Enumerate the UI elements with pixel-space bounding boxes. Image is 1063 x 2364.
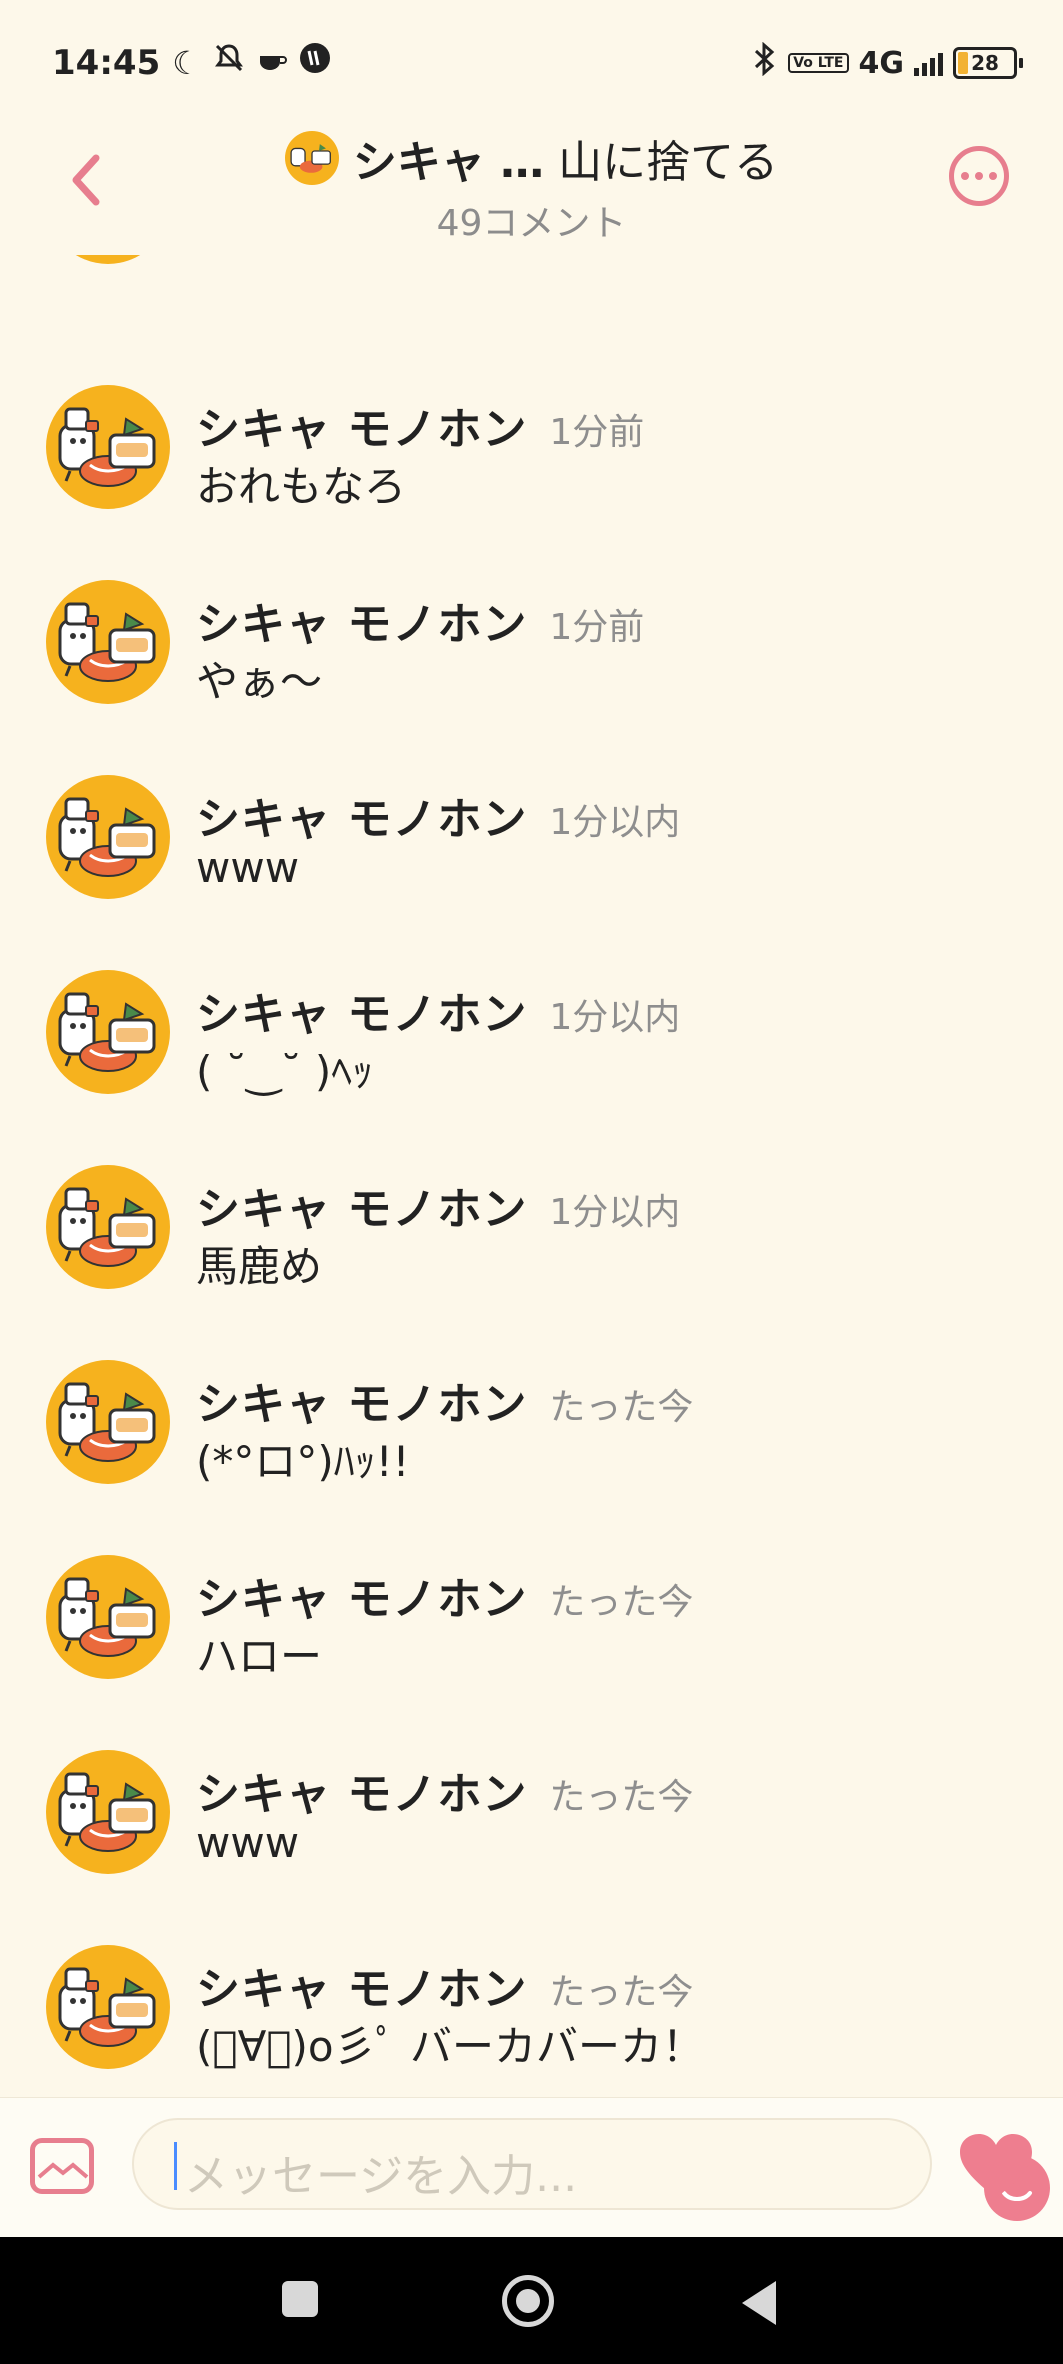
user-avatar[interactable] [46, 775, 170, 899]
message-text: www [196, 843, 300, 892]
user-avatar[interactable] [46, 1360, 170, 1484]
sender-name[interactable]: シキャ モノホン [196, 1758, 527, 1822]
message-header: シキャ モノホン 1分以内 [196, 1173, 680, 1237]
message-time: たった今 [549, 1777, 694, 1818]
status-left: 14:45 ☾ [52, 42, 331, 83]
network-label: 4G [858, 45, 905, 81]
volte-badge: Vo LTE [788, 53, 849, 73]
home-button[interactable] [502, 2275, 554, 2327]
sender-name[interactable]: シキャ モノホン [196, 1368, 527, 1432]
message-header: シキャ モノホン たった今 [196, 1758, 693, 1822]
sender-name[interactable]: シキャ モノホン [196, 978, 527, 1042]
message-time: たった今 [549, 1387, 694, 1428]
message-header: シキャ モノホン 1分前 [196, 393, 644, 457]
sender-name[interactable]: シキャ モノホン [196, 1173, 527, 1237]
message-header: シキャ モノホン 1分以内 [196, 783, 680, 847]
signal-icon [914, 50, 943, 76]
header-avatar [284, 131, 339, 185]
system-back-button[interactable] [742, 2281, 776, 2325]
message-text: www [196, 1818, 300, 1867]
user-avatar[interactable] [46, 1555, 170, 1679]
system-nav-bar [0, 2237, 1063, 2364]
message-text: ハロー [196, 1632, 323, 1681]
sender-name[interactable]: シキャ モノホン [196, 1563, 527, 1627]
text-caret [174, 2142, 177, 2190]
user-avatar[interactable] [46, 970, 170, 1094]
message-text: やぁ〜 [196, 657, 323, 706]
bluetooth-icon [750, 41, 778, 84]
message-time: 1分前 [549, 412, 645, 453]
message-input[interactable]: メッセージを入力... [132, 2118, 1050, 2221]
user-avatar[interactable] [46, 580, 170, 704]
battery-icon: 28 [953, 47, 1023, 79]
header-center[interactable]: シキャ … 山に捨てる 49コメント [0, 126, 1063, 246]
user-avatar[interactable] [46, 255, 170, 264]
sender-name[interactable]: シキャ モノホン [196, 393, 527, 457]
message-text: (*°ロ°)ﾊｯ!! [196, 1437, 410, 1486]
user-avatar[interactable] [46, 1945, 170, 2069]
heart-icon [960, 2134, 1032, 2198]
message-header: シキャ モノホン 1分前 [196, 588, 644, 652]
message-input-placeholder: メッセージを入力... [184, 2151, 578, 2202]
message-text: 馬鹿め [196, 1242, 323, 1291]
battery-level: 28 [971, 51, 999, 75]
sender-name[interactable]: シキャ モノホン [196, 783, 527, 847]
comment-count: 49コメント [436, 203, 627, 244]
image-icon [37, 2162, 89, 2179]
message-header: シキャ モノホン 1分以内 [196, 978, 680, 1042]
message-time: 1分以内 [549, 1192, 681, 1233]
more-icon [961, 172, 969, 180]
chat-header: シキャ … 山に捨てる 49コメント [0, 120, 1063, 255]
clock: 14:45 [52, 42, 161, 83]
message-header: シキャ モノホン たった今 [196, 1953, 693, 2017]
message-header: シキャ モノホン たった今 [196, 1563, 693, 1627]
message-time: 1分前 [549, 607, 645, 648]
user-avatar[interactable] [46, 385, 170, 509]
message-header: シキャ モノホン たった今 [196, 1368, 693, 1432]
sender-name[interactable]: シキャ モノホン [196, 588, 527, 652]
sender-name[interactable]: シキャ モノホン [196, 1953, 527, 2017]
message-text: おれもなろ [196, 462, 407, 511]
user-avatar[interactable] [46, 1750, 170, 1874]
more-options-button[interactable] [949, 146, 1009, 206]
message-time: 1分以内 [549, 997, 681, 1038]
user-avatar[interactable] [46, 1165, 170, 1289]
recents-button[interactable] [282, 2281, 318, 2317]
message-time: たった今 [549, 1972, 694, 2013]
bell-off-icon [213, 42, 245, 83]
message-text: (ﾟ∀ﾟ)o彡ﾟ バーカバーカ！ [196, 2022, 704, 2071]
message-time: たった今 [549, 1582, 694, 1623]
header-title: シキャ … 山に捨てる [353, 126, 778, 190]
status-bar: 14:45 ☾ Vo LTE 4G 28 [0, 0, 1063, 120]
image-button[interactable] [30, 2138, 94, 2194]
cup-icon [257, 43, 287, 83]
app-icon [299, 42, 331, 83]
header-title-name: シキャ … [352, 137, 545, 188]
message-input-bar: メッセージを入力... [0, 2097, 1063, 2238]
message-list[interactable]: www シキャ モノホン1分前おれもなろ シキャ モノホン1分前やぁ〜 [0, 255, 1063, 2097]
status-right: Vo LTE 4G 28 [750, 41, 1023, 84]
header-title-topic: 山に捨てる [558, 137, 779, 188]
message-time: 1分以内 [549, 802, 681, 843]
moon-icon: ☾ [172, 43, 201, 82]
message-text: ( ˘‿˘ )ﾍｯ [196, 1047, 374, 1096]
heart-button[interactable] [958, 2132, 1034, 2202]
